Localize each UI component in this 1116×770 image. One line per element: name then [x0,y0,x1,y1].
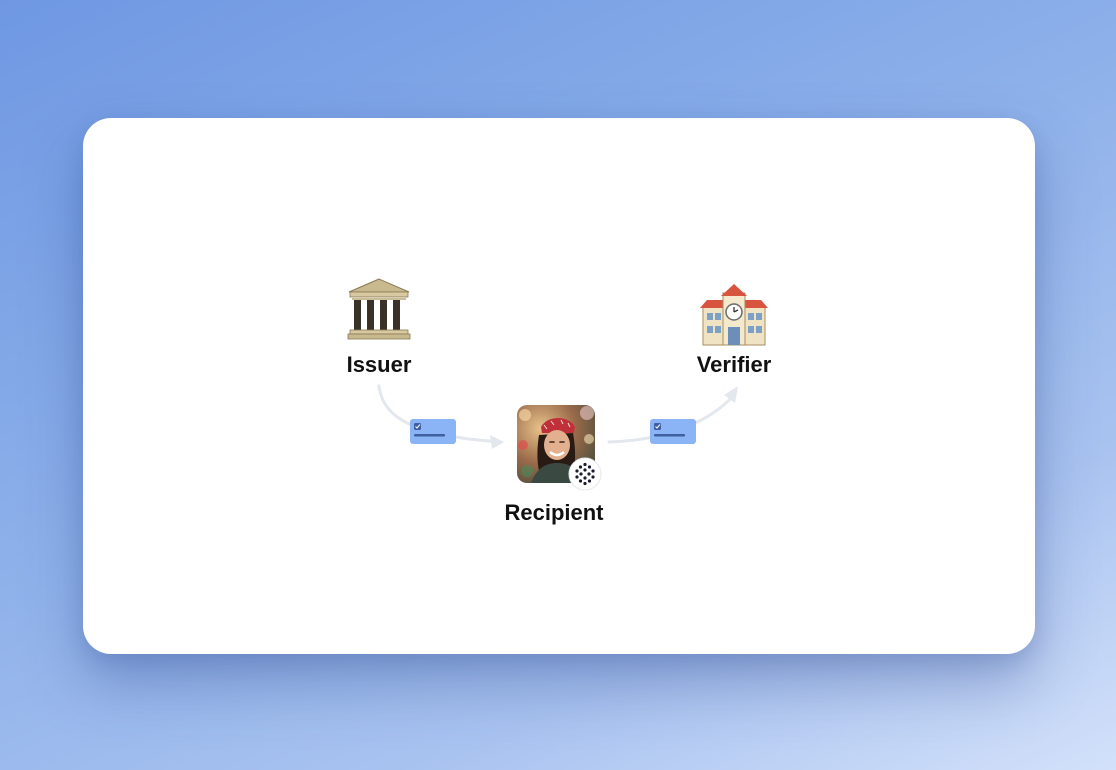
classical-building-icon [347,278,411,340]
credential-card-icon [410,419,456,444]
school-building-icon [700,284,768,346]
arrowhead-to-recipient [490,435,504,449]
verifier-label: Verifier [696,352,772,377]
flow-diagram [347,278,768,449]
issuer-label: Issuer [346,352,412,377]
credential-card-icon [650,419,696,444]
diagram-card: Issuer Verifier Recipient [83,118,1035,654]
wallet-badge-icon [568,457,602,491]
recipient-label: Recipient [504,500,604,525]
recipient-node [517,405,602,491]
arrowhead-to-verifier [724,386,738,403]
